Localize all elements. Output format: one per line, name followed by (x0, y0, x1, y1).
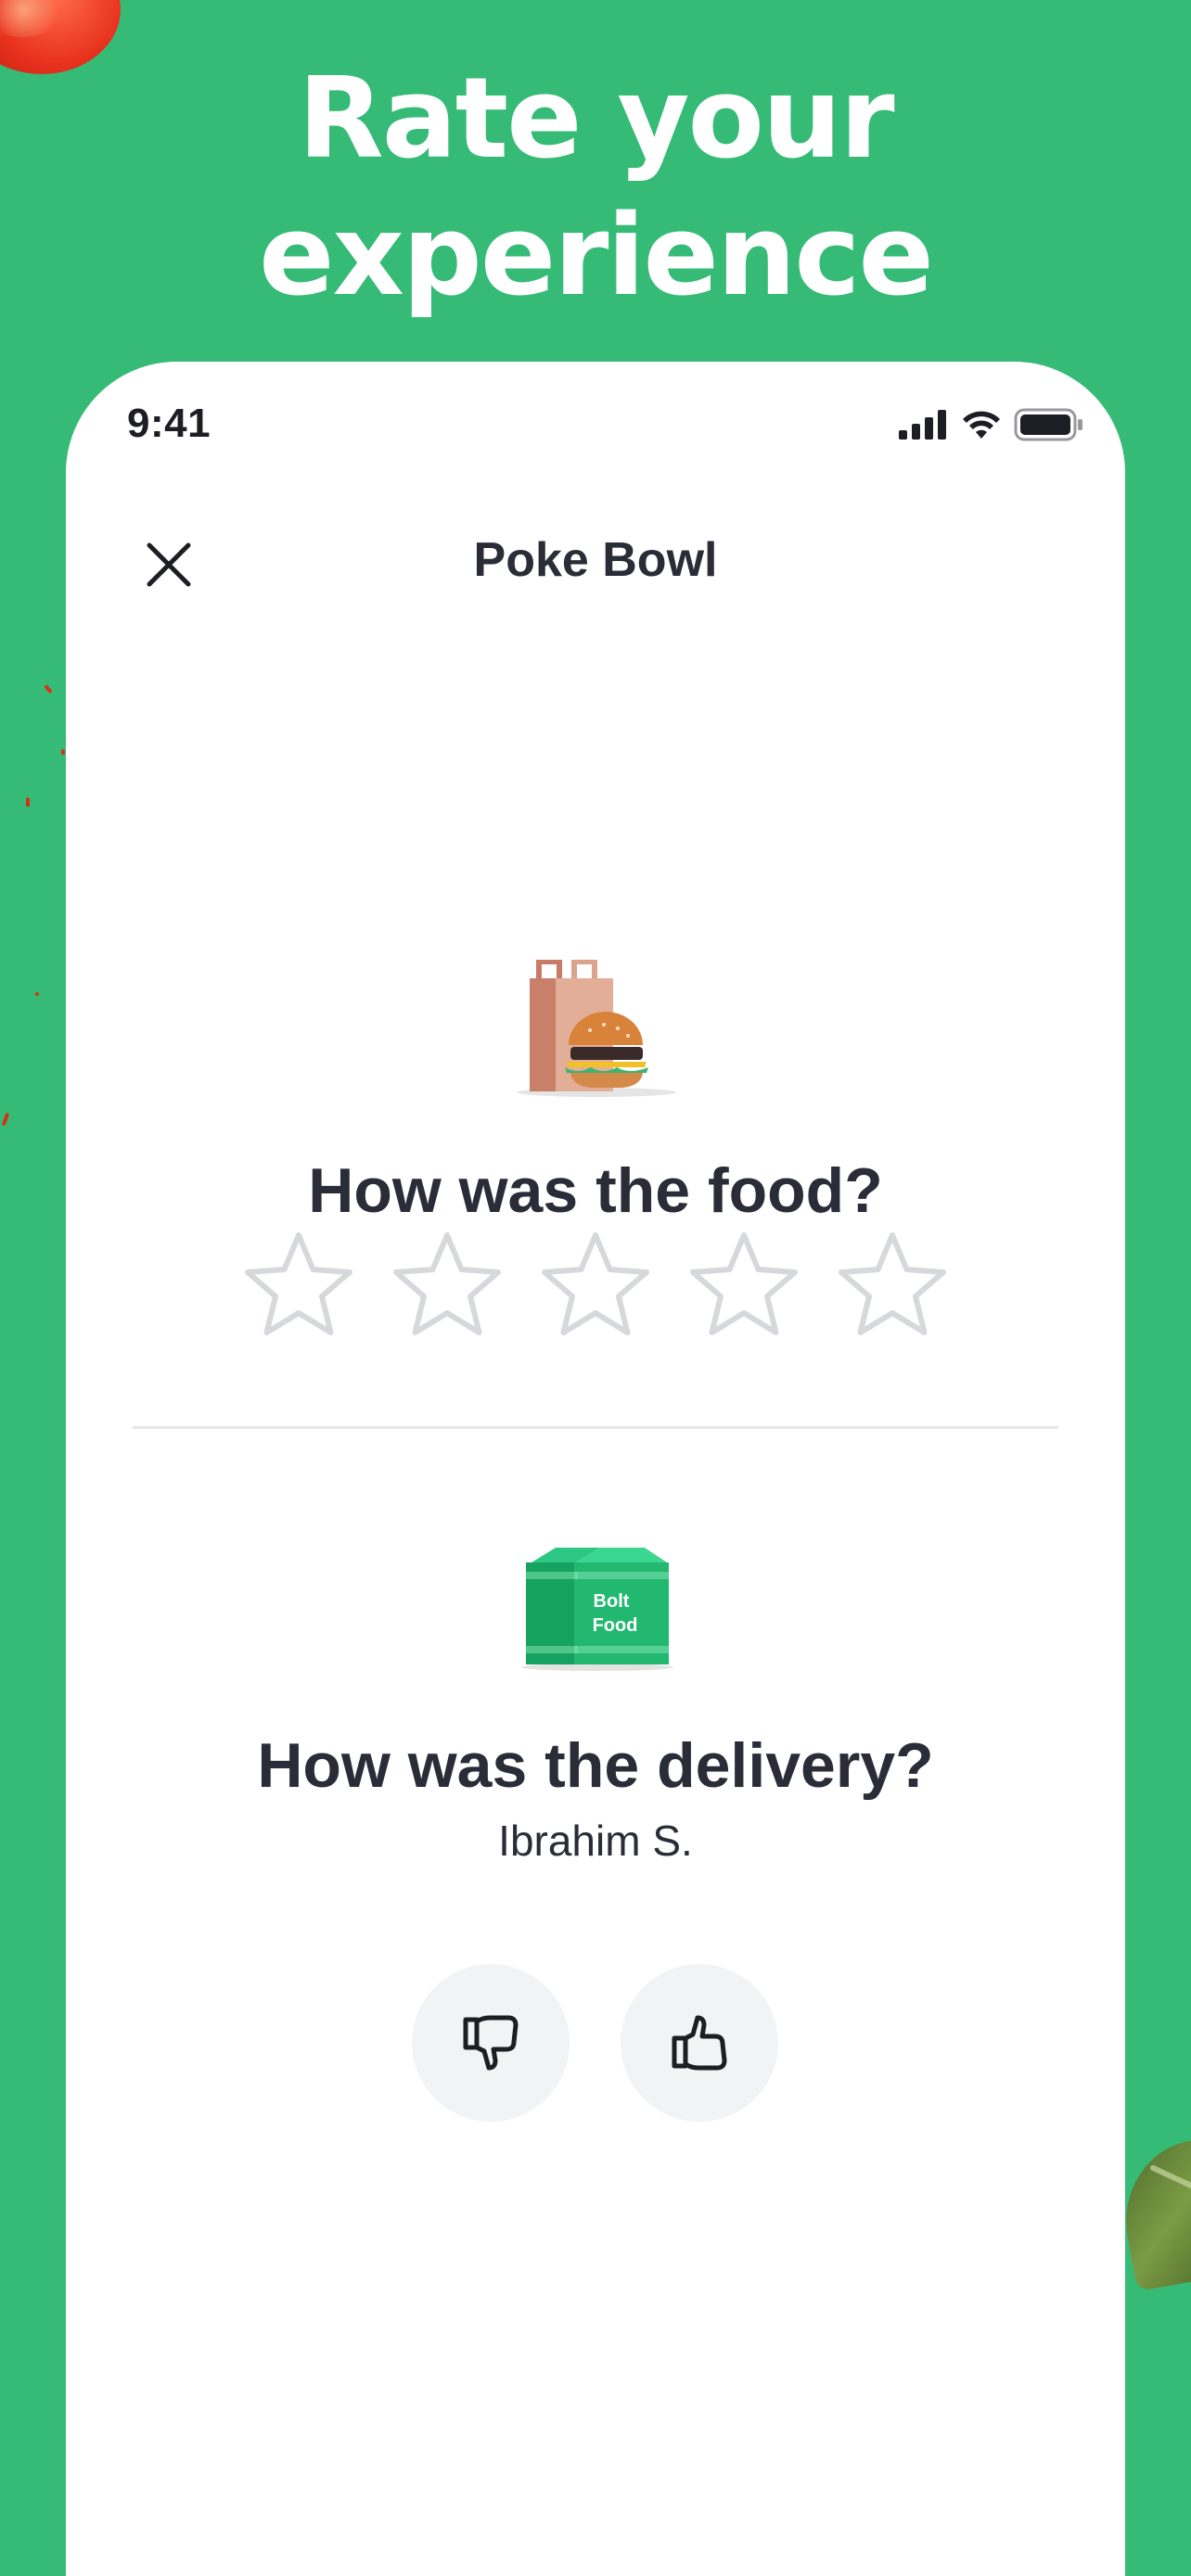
delivery-question: How was the delivery? (257, 1730, 934, 1801)
status-icons (899, 408, 1084, 441)
food-speck (44, 683, 53, 695)
courier-name: Ibrahim S. (498, 1817, 693, 1865)
food-speck (1, 1112, 10, 1127)
wifi-icon (963, 411, 1000, 439)
page-title: Poke Bowl (473, 533, 718, 587)
battery-icon (1014, 408, 1082, 441)
headline-line-2: experience (259, 192, 934, 321)
food-speck (35, 992, 39, 996)
thumbs-up-button[interactable] (621, 1964, 778, 2122)
star-icon[interactable] (833, 1228, 952, 1346)
food-speck (61, 749, 65, 755)
marketing-headline: Rate your experience (0, 51, 1191, 325)
star-icon[interactable] (685, 1228, 803, 1346)
bag-label-line-2: Food (593, 1615, 638, 1636)
status-time: 9:41 (127, 401, 211, 446)
phone-screen: 9:41 Poke Bowl How was the food? Bolt Fo… (66, 362, 1125, 2576)
section-divider (133, 1426, 1058, 1429)
star-icon[interactable] (239, 1228, 358, 1346)
bag-label-line-1: Bolt (594, 1591, 630, 1612)
headline-line-1: Rate your (298, 55, 894, 184)
food-star-rating[interactable] (239, 1228, 952, 1346)
food-speck (26, 797, 30, 807)
food-bag-burger-illustration (517, 960, 676, 1097)
cellular-signal-icon (899, 410, 946, 440)
food-question: How was the food? (308, 1155, 883, 1226)
star-icon[interactable] (388, 1228, 506, 1346)
thumbs-down-button[interactable] (412, 1964, 570, 2122)
thumbs-up-icon (672, 2015, 727, 2071)
star-icon[interactable] (536, 1228, 655, 1346)
thumbs-down-icon (463, 2015, 519, 2071)
delivery-bag-illustration: Bolt Food (521, 1548, 673, 1671)
